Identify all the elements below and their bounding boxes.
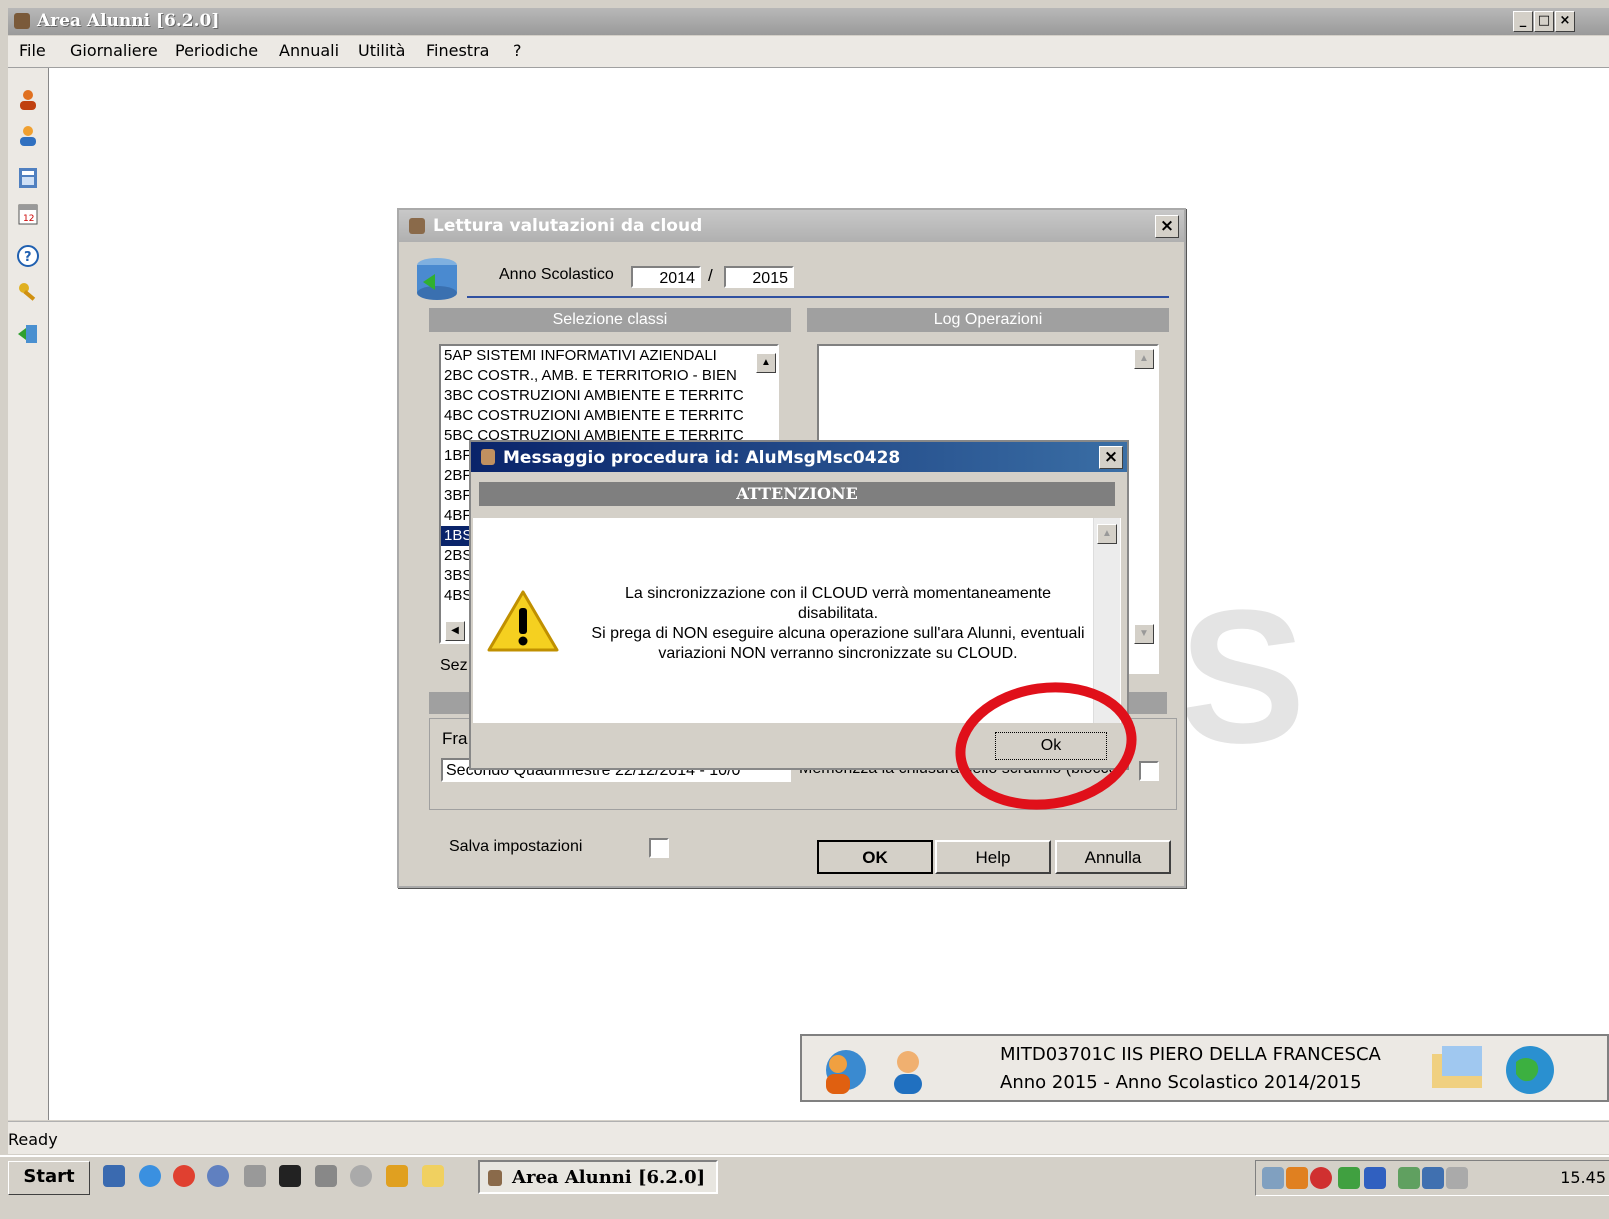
globe-user-icon xyxy=(816,1044,936,1103)
tray-icon-5[interactable] xyxy=(1364,1167,1386,1189)
message-line-2: disabilitata. xyxy=(797,605,879,622)
svg-text:?: ? xyxy=(24,250,32,265)
class-list-item[interactable]: 4BC COSTRUZIONI AMBIENTE E TERRITC xyxy=(441,406,777,426)
dialog-title: Lettura valutazioni da cloud xyxy=(433,216,703,236)
menu-periodiche[interactable]: Periodiche xyxy=(175,41,258,60)
message-line-4: variazioni NON verranno sincronizzate su… xyxy=(658,645,1018,662)
message-titlebar: Messaggio procedura id: AluMsgMsc0428 × xyxy=(471,442,1127,472)
log-scroll-down[interactable]: ▼ xyxy=(1134,624,1154,644)
menu-bar: File Giornaliere Periodiche Annuali Util… xyxy=(8,36,1609,68)
task-app-icon xyxy=(488,1170,502,1186)
tray-icon-1[interactable] xyxy=(1262,1167,1284,1189)
status-text: Ready xyxy=(8,1130,58,1149)
clock: 15.45 xyxy=(1560,1168,1606,1187)
menu-file[interactable]: File xyxy=(19,41,46,60)
globe-icon xyxy=(1428,1042,1558,1101)
log-operazioni-header: Log Operazioni xyxy=(807,308,1169,332)
watermark-logo: S xyxy=(1179,571,1306,783)
svg-text:12: 12 xyxy=(23,214,34,224)
classes-scroll-up[interactable]: ▲ xyxy=(756,353,776,373)
dialog-titlebar: Lettura valutazioni da cloud × xyxy=(399,210,1184,242)
calculator-icon[interactable] xyxy=(16,166,40,190)
school-name: MITD03701C IIS PIERO DELLA FRANCESCA xyxy=(1000,1044,1381,1065)
app-icon xyxy=(14,13,30,29)
message-close-button[interactable]: × xyxy=(1099,446,1123,469)
menu-giornaliere[interactable]: Giornaliere xyxy=(70,41,158,60)
school-year: Anno 2015 - Anno Scolastico 2014/2015 xyxy=(1000,1072,1362,1093)
menu-finestra[interactable]: Finestra xyxy=(426,41,489,60)
app-titlebar: Area Alunni [6.2.0] _ □ × xyxy=(8,8,1609,35)
help-button[interactable]: Help xyxy=(935,840,1051,874)
menu-utilita[interactable]: Utilità xyxy=(358,41,405,60)
tray-icon-2[interactable] xyxy=(1286,1167,1308,1189)
app-title: Area Alunni [6.2.0] xyxy=(37,11,220,31)
taskbar: Start Area Alunni [6.2.0] 15.45 xyxy=(0,1155,1609,1219)
calendar-icon[interactable]: 12 xyxy=(16,202,40,226)
app-quick-icon[interactable] xyxy=(207,1165,229,1187)
message-app-icon xyxy=(481,449,495,465)
attenzione-header: ATTENZIONE xyxy=(479,482,1115,506)
message-scroll-up[interactable]: ▲ xyxy=(1097,524,1117,544)
volume-icon[interactable] xyxy=(1446,1167,1468,1189)
paint-icon[interactable] xyxy=(386,1165,408,1187)
help-icon[interactable]: ? xyxy=(16,244,40,268)
menu-annuali[interactable]: Annuali xyxy=(279,41,339,60)
restore-button[interactable]: □ xyxy=(1534,11,1554,32)
server-icon[interactable] xyxy=(244,1165,266,1187)
annulla-button[interactable]: Annulla xyxy=(1055,840,1171,874)
minimize-button[interactable]: _ xyxy=(1513,11,1533,32)
log-scroll-up[interactable]: ▲ xyxy=(1134,349,1154,369)
clock-app-icon[interactable] xyxy=(350,1165,372,1187)
start-label: Start xyxy=(23,1166,75,1187)
sezione-label: Sez xyxy=(440,657,468,674)
task-area-alunni[interactable]: Area Alunni [6.2.0] xyxy=(478,1160,718,1194)
close-window-button[interactable]: × xyxy=(1555,11,1575,32)
tray-icon-3[interactable] xyxy=(1310,1167,1332,1189)
chrome-icon[interactable] xyxy=(173,1165,195,1187)
warning-icon xyxy=(487,588,559,659)
message-title: Messaggio procedura id: AluMsgMsc0428 xyxy=(503,448,901,468)
class-list-item[interactable]: 5AP SISTEMI INFORMATIVI AZIENDALI xyxy=(441,346,777,366)
folder-icon[interactable] xyxy=(422,1165,444,1187)
side-toolbar: 12 ? xyxy=(8,68,49,1120)
task-label: Area Alunni [6.2.0] xyxy=(512,1167,706,1188)
message-line-1: La sincronizzazione con il CLOUD verrà m… xyxy=(625,585,1051,602)
tray-icon-4[interactable] xyxy=(1338,1167,1360,1189)
menu-help[interactable]: ? xyxy=(513,41,522,60)
anno-label: Anno Scolastico xyxy=(499,266,614,283)
ie-icon[interactable] xyxy=(139,1165,161,1187)
class-list-item[interactable]: 2BC COSTR., AMB. E TERRITORIO - BIEN xyxy=(441,366,777,386)
salva-label: Salva impostazioni xyxy=(449,838,583,855)
classes-scroll-left[interactable]: ◀ xyxy=(445,621,465,641)
keys-icon[interactable] xyxy=(16,280,40,304)
school-info-panel: MITD03701C IIS PIERO DELLA FRANCESCA Ann… xyxy=(800,1034,1609,1102)
selezione-classi-header: Selezione classi xyxy=(429,308,791,332)
terminal-icon[interactable] xyxy=(279,1165,301,1187)
tray-icon-6[interactable] xyxy=(1398,1167,1420,1189)
system-tray: 15.45 xyxy=(1255,1160,1609,1196)
dialog-close-button[interactable]: × xyxy=(1155,215,1179,238)
anno-from-field[interactable]: 2014 xyxy=(631,266,701,288)
user-icon[interactable] xyxy=(16,88,40,112)
exit-icon[interactable] xyxy=(16,322,40,346)
anno-to-field[interactable]: 2015 xyxy=(724,266,794,288)
salva-checkbox[interactable] xyxy=(649,838,669,858)
status-bar: Ready xyxy=(8,1121,1609,1154)
dialog-app-icon xyxy=(409,218,425,234)
header-divider xyxy=(467,296,1169,298)
users-icon[interactable] xyxy=(16,124,40,148)
anno-separator: / xyxy=(708,266,713,285)
class-list-item[interactable]: 3BC COSTRUZIONI AMBIENTE E TERRITC xyxy=(441,386,777,406)
network-user-icon[interactable] xyxy=(315,1165,337,1187)
message-line-3: Si prega di NON eseguire alcuna operazio… xyxy=(591,625,1085,642)
frazione-label: Fra xyxy=(442,729,468,748)
desktop-icon[interactable] xyxy=(103,1165,125,1187)
database-icon xyxy=(415,256,459,307)
message-text: La sincronizzazione con il CLOUD verrà m… xyxy=(573,584,1103,664)
ok-button[interactable]: OK xyxy=(817,840,933,874)
tray-icon-7[interactable] xyxy=(1422,1167,1444,1189)
highlight-circle xyxy=(955,682,1137,810)
start-button[interactable]: Start xyxy=(8,1161,90,1195)
